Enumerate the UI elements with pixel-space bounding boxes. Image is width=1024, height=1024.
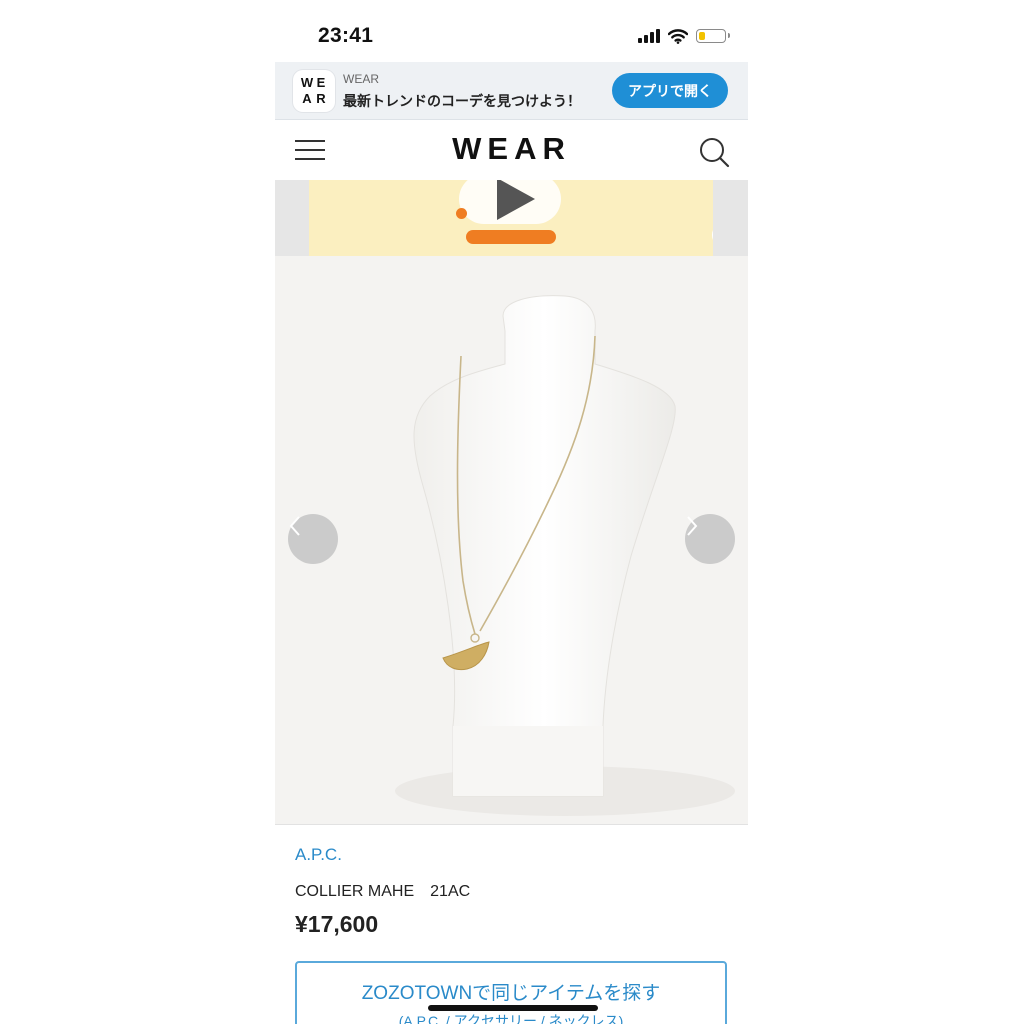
chevron-left-icon[interactable]: [288, 514, 338, 564]
cellular-signal-icon: [638, 29, 660, 43]
product-info: A.P.C. COLLIER MAHE 21AC ¥17,600 ZOZOTOW…: [275, 824, 748, 1024]
zozotown-search-button[interactable]: ZOZOTOWNで同じアイテムを探す (A.P.C. / アクセサリー / ネッ…: [295, 961, 727, 1024]
app-banner[interactable]: W E A R WEAR 最新トレンドのコーデを見つけよう！ アプリで開く: [275, 62, 748, 120]
status-bar: 23:41: [275, 0, 748, 62]
play-icon[interactable]: [459, 180, 561, 224]
phone-screen: 23:41 W E A R WEAR 最新トレンドのコーデを見つけよう！ アプリ…: [275, 0, 748, 1024]
wear-app-logo: W E A R: [293, 70, 335, 112]
chevron-right-icon[interactable]: [685, 514, 735, 564]
speaker-mute-icon[interactable]: [712, 222, 713, 248]
video-ad[interactable]: [275, 180, 748, 256]
product-image-gallery[interactable]: [275, 256, 748, 824]
product-name: COLLIER MAHE 21AC: [295, 883, 471, 900]
zozotown-button-title: ZOZOTOWNで同じアイテムを探す: [361, 983, 661, 1004]
ad-brand-icon: [456, 208, 467, 219]
battery-level: [699, 32, 705, 40]
banner-tagline: 最新トレンドのコーデを見つけよう！: [343, 93, 581, 109]
zozotown-breadcrumb[interactable]: (A.P.C. / アクセサリー / ネックレス): [297, 1011, 725, 1024]
ad-cta-pill[interactable]: [466, 230, 556, 244]
wear-logo[interactable]: WEAR: [275, 131, 748, 167]
product-price: ¥17,600: [295, 911, 379, 937]
wifi-icon: [668, 28, 688, 44]
battery-icon: [696, 29, 730, 43]
product-brand-link[interactable]: A.P.C.: [295, 845, 342, 865]
open-app-button[interactable]: アプリで開く: [612, 73, 728, 108]
status-time: 23:41: [318, 24, 374, 47]
status-icons: [638, 26, 730, 46]
site-header: WEAR: [275, 120, 748, 180]
search-icon[interactable]: [698, 136, 730, 168]
product-photo-necklace: [395, 295, 735, 816]
home-indicator[interactable]: [428, 1005, 598, 1011]
ad-creative[interactable]: [309, 180, 713, 256]
banner-brand: WEAR: [343, 72, 379, 86]
